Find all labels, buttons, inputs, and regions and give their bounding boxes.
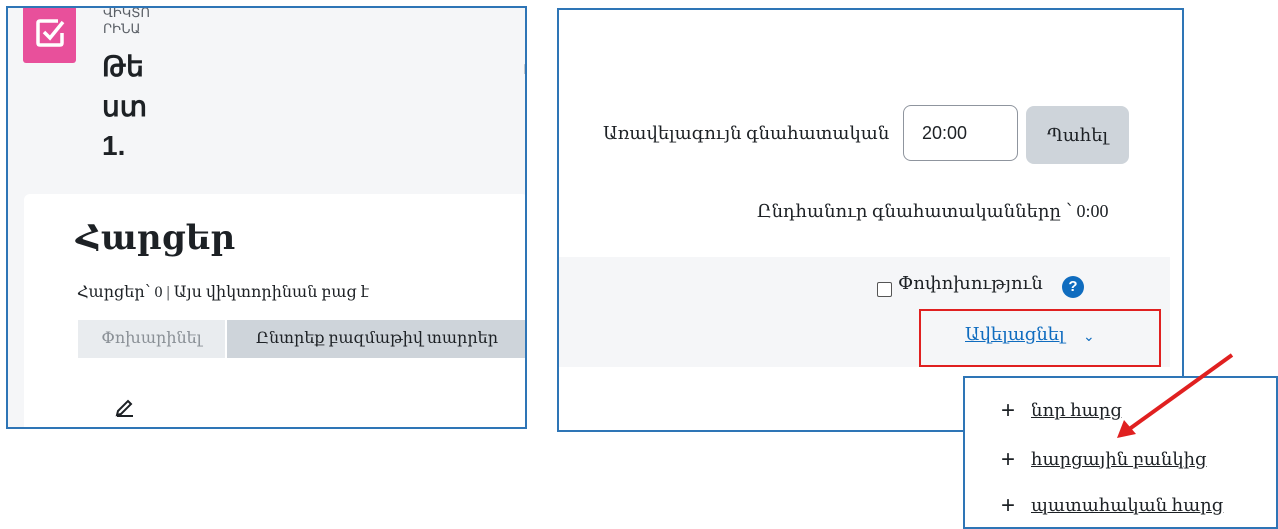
page-title-line-2: ստ (102, 91, 148, 122)
reorder-button[interactable]: Փոխարինել (78, 320, 225, 358)
plus-icon: + (1001, 446, 1016, 473)
quiz-check-icon (36, 19, 65, 47)
quiz-logo (23, 8, 76, 63)
pencil-icon[interactable] (115, 397, 135, 417)
breadcrumb-line-2[interactable]: ՐԻՆԱ (103, 22, 140, 36)
add-menu: + նոր հարց + հարցային բանկից + պատահական հա… (963, 376, 1278, 529)
menu-item-label: նոր հարց (1031, 400, 1122, 420)
page-title-line-3: 1. (102, 130, 126, 161)
help-icon[interactable]: ? (1062, 276, 1084, 298)
questions-heading: Հարցեր (76, 220, 236, 257)
grade-settings-panel: Առավելագույն գնահատական 20:00 Պահել Ընդհ… (557, 8, 1184, 432)
plus-icon: + (1001, 397, 1016, 424)
menu-item-from-bank[interactable]: + հարցային բանկից (1001, 446, 1207, 474)
select-multiple-button[interactable]: Ընտրեք բազմաթիվ տարրեր (227, 320, 525, 358)
max-grade-input[interactable]: 20:00 (903, 105, 1018, 161)
page-title-line-1: Թե (102, 51, 144, 82)
plus-icon: + (1001, 492, 1016, 519)
menu-item-label: պատահական հարց (1031, 495, 1224, 515)
questions-card: Հարցեր Հարցեր՝ 0 | Այս վիկտորինան բաց է … (24, 194, 525, 427)
save-button[interactable]: Պահել (1026, 106, 1129, 164)
add-button[interactable]: Ավելացնել (965, 324, 1065, 345)
questions-info: Հարցեր՝ 0 | Այս վիկտորինան բաց է (77, 284, 369, 301)
menu-item-label: հարցային բանկից (1031, 449, 1207, 469)
shuffle-label: Փոփոխություն (898, 273, 1043, 293)
clipped-text: ւ (523, 58, 525, 79)
total-marks: Ընդհանուր գնահատականները ՝ 0:00 (757, 201, 1109, 221)
shuffle-checkbox[interactable] (877, 282, 892, 297)
chevron-down-icon[interactable]: ⌄ (1083, 328, 1095, 345)
menu-item-random-question[interactable]: + պատահական հարց (1001, 492, 1223, 520)
breadcrumb-line-1[interactable]: ՎԻԿՏՈ (103, 8, 150, 20)
quiz-page-panel: ՎԻԿՏՈ ՐԻՆԱ Թե ստ 1. ւ Հարցեր Հարցեր՝ 0 |… (6, 6, 527, 429)
max-grade-label: Առավելագույն գնահատական (603, 123, 890, 143)
menu-item-new-question[interactable]: + նոր հարց (1001, 397, 1122, 425)
